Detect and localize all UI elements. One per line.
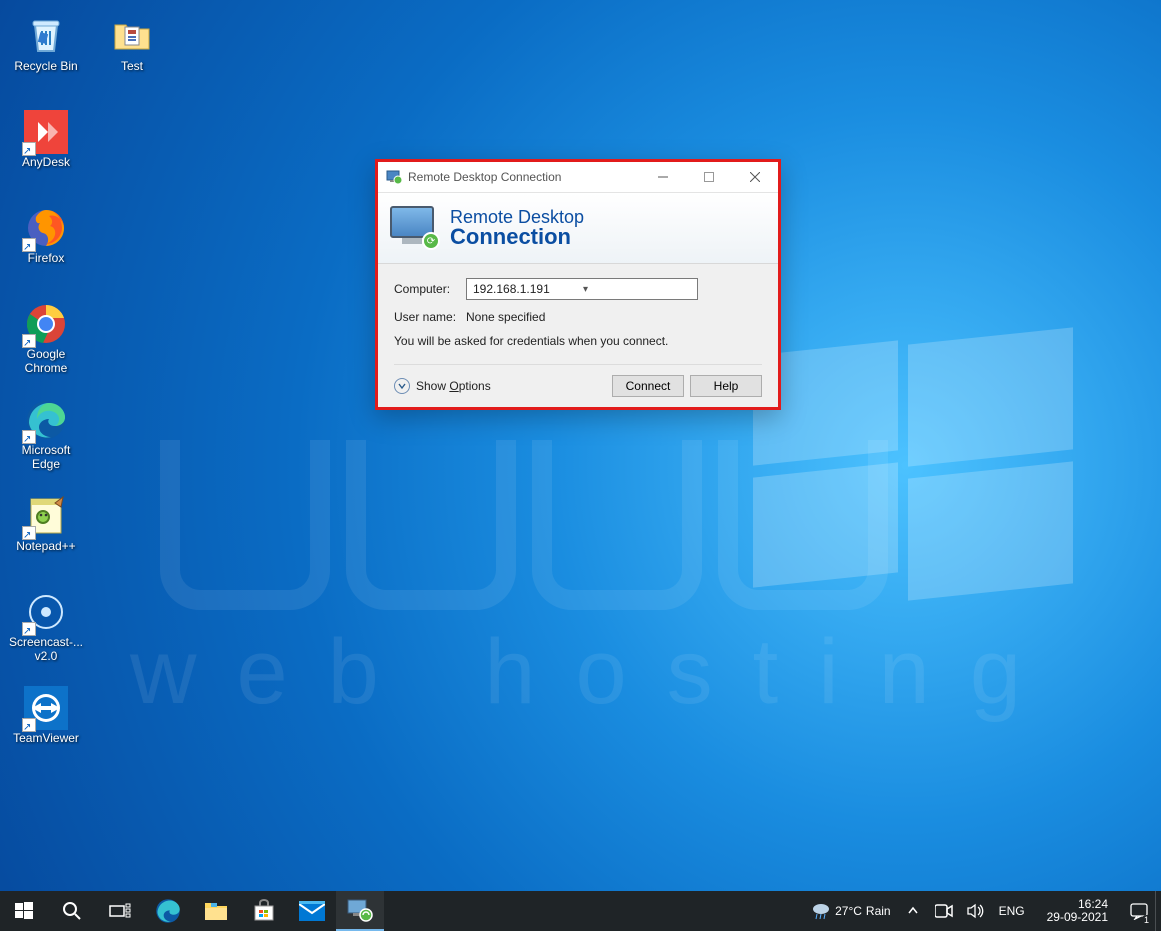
rdc-title-icon [386,169,402,185]
watermark-text: web hosting [130,620,1061,725]
username-label: User name: [394,310,466,324]
desktop-icon-edge[interactable]: Microsoft Edge [6,398,86,476]
desktop-icon-label: Test [121,60,143,74]
chevron-up-icon [908,906,918,916]
notepadpp-icon [24,494,68,538]
teamviewer-icon [24,686,68,730]
desktop-icon-label: TeamViewer [13,732,79,746]
desktop-icon-label: AnyDesk [22,156,70,170]
desktop-icon-label: Recycle Bin [14,60,77,74]
recycle-bin-icon [24,14,68,58]
desktop-icon-firefox[interactable]: Firefox [6,206,86,284]
start-button[interactable] [0,891,48,931]
window-title: Remote Desktop Connection [408,170,561,184]
firefox-icon [24,206,68,250]
credentials-hint: You will be asked for credentials when y… [394,334,762,348]
desktop-icon-label: Google Chrome [7,348,85,376]
tray-meet-now[interactable] [928,891,960,931]
close-button[interactable] [732,162,778,192]
folder-icon [110,14,154,58]
taskbar-app-file-explorer[interactable] [192,891,240,931]
language-indicator: ENG [999,904,1025,918]
minimize-button[interactable] [640,162,686,192]
help-button[interactable]: Help [690,375,762,397]
screencast-icon [24,590,68,634]
computer-combobox[interactable]: 192.168.1.191 ▾ [466,278,698,300]
show-options-label: Show Options [416,379,491,393]
taskbar-app-edge[interactable] [144,891,192,931]
desktop-icon-anydesk[interactable]: AnyDesk [6,110,86,188]
remote-desktop-window[interactable]: Remote Desktop Connection ⟳ Remote Deskt… [375,159,781,410]
taskbar[interactable]: 27°C Rain ENG 16:24 29-09-2021 [0,891,1161,931]
rdc-banner-icon: ⟳ [390,206,440,250]
tray-overflow-button[interactable] [898,891,928,931]
desktop-icon-test-folder[interactable]: Test [92,14,172,92]
weather-widget[interactable]: 27°C Rain [804,891,898,931]
taskbar-app-rdc[interactable] [336,891,384,931]
windows-logo-wallpaper [753,330,1073,590]
rdc-heading-2: Connection [450,226,584,248]
system-tray: 27°C Rain ENG 16:24 29-09-2021 [804,891,1161,931]
desktop-icon-label: Notepad++ [16,540,75,554]
notification-count: 1 [1141,915,1152,926]
tray-language[interactable]: ENG [992,891,1032,931]
search-button[interactable] [48,891,96,931]
desktop-icon-chrome[interactable]: Google Chrome [6,302,86,380]
weather-rain-icon [811,901,831,921]
show-desktop-peek[interactable] [1155,891,1161,931]
taskbar-app-store[interactable] [240,891,288,931]
connect-button[interactable]: Connect [612,375,684,397]
desktop-icon-label: Firefox [28,252,65,266]
meet-now-icon [935,904,953,918]
weather-desc: Rain [866,904,891,918]
task-view-button[interactable] [96,891,144,931]
computer-label: Computer: [394,282,466,296]
chrome-icon [24,302,68,346]
rdc-banner: ⟳ Remote Desktop Connection [378,192,778,264]
tray-volume[interactable] [960,891,992,931]
desktop-icon-screencast[interactable]: Screencast-... v2.0 [6,590,86,668]
taskbar-app-mail[interactable] [288,891,336,931]
weather-temp: 27°C [835,904,862,918]
chevron-down-icon: ▾ [583,284,693,295]
desktop-icon-label: Microsoft Edge [7,444,85,472]
desktop-icon-teamviewer[interactable]: TeamViewer [6,686,86,764]
chevron-down-circle-icon [394,378,410,394]
username-value: None specified [466,310,545,324]
tray-clock[interactable]: 16:24 29-09-2021 [1032,891,1123,931]
maximize-button[interactable] [686,162,732,192]
computer-value: 192.168.1.191 [473,282,583,296]
show-options-toggle[interactable]: Show Options [394,378,491,394]
speaker-icon [967,903,985,919]
desktop-icon-recycle-bin[interactable]: Recycle Bin [6,14,86,92]
desktop[interactable]: web hosting Recycle Bin AnyDesk Firefox [0,0,1161,931]
desktop-icon-label: Screencast-... v2.0 [7,636,85,664]
clock-date: 29-09-2021 [1047,911,1108,924]
desktop-icon-notepadpp[interactable]: Notepad++ [6,494,86,572]
edge-icon [24,398,68,442]
window-titlebar[interactable]: Remote Desktop Connection [378,162,778,192]
anydesk-icon [24,110,68,154]
tray-notifications[interactable]: 1 [1123,891,1155,931]
